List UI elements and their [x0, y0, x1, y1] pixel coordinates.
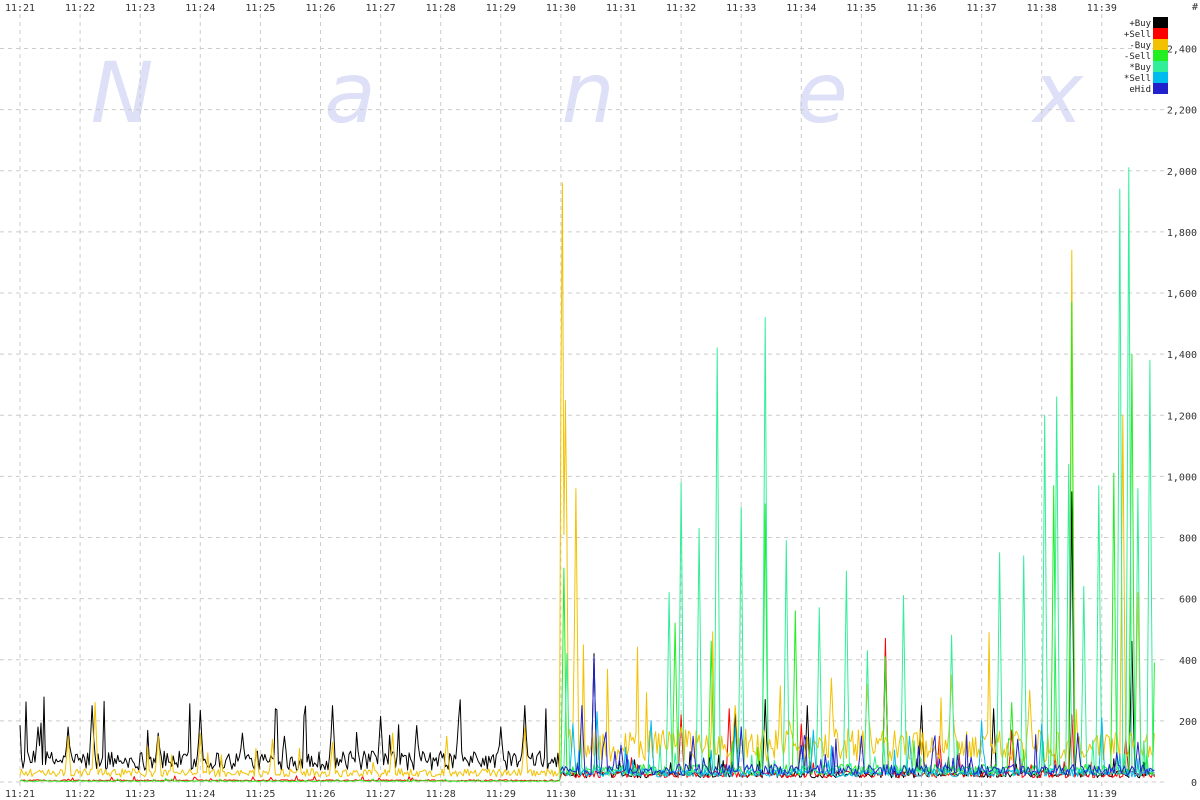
x-tick-label-bottom: 11:28: [426, 789, 456, 800]
x-tick-label-bottom: 11:24: [185, 789, 215, 800]
legend-swatch: [1153, 50, 1168, 61]
series-line-4: [560, 167, 1155, 777]
x-tick-label-bottom: 11:31: [606, 789, 636, 800]
x-tick-label-top: 11:25: [245, 3, 275, 14]
y-tick-label: 600: [1179, 595, 1197, 606]
x-tick-label-top: 11:38: [1027, 3, 1057, 14]
y-tick-label: 200: [1179, 717, 1197, 728]
x-tick-label-top: 11:23: [125, 3, 155, 14]
x-tick-label-bottom: 11:23: [125, 789, 155, 800]
legend-label: +Sell: [1124, 30, 1151, 40]
y-tick-label: 1,000: [1167, 472, 1197, 483]
y-tick-label: 2,400: [1167, 45, 1197, 56]
x-tick-label-top: 11:36: [906, 3, 936, 14]
watermark-letter: e: [796, 44, 848, 142]
x-tick-label-top: 11:30: [546, 3, 576, 14]
x-tick-label-bottom: 11:34: [786, 789, 816, 800]
legend-swatch: [1153, 17, 1168, 28]
watermark-letter: N: [91, 44, 154, 142]
y-tick-label: 400: [1179, 656, 1197, 667]
nanex-tick-chart: Na n e x 11:21 11:21 11:22 11:22 11:23 11:23 11:2…: [0, 0, 1200, 800]
legend-swatch: [1153, 28, 1168, 39]
x-tick-label-bottom: 11:30: [546, 789, 576, 800]
watermark: Na n e x: [91, 44, 1085, 142]
legend-swatch: [1153, 61, 1168, 72]
x-tick-label-top: 11:31: [606, 3, 636, 14]
x-tick-label-top: 11:26: [305, 3, 335, 14]
y-tick-label: 2,000: [1167, 167, 1197, 178]
x-tick-label-bottom: 11:29: [486, 789, 516, 800]
y-axis-ticks: 0 200 400 600 800 1,000 1,200 1,400 1,600 1,800 2,…: [1167, 2, 1198, 789]
legend-swatch: [1153, 83, 1168, 94]
x-tick-label-top: 11:32: [666, 3, 696, 14]
x-tick-label-top: 11:22: [65, 3, 95, 14]
x-tick-label-top: 11:35: [846, 3, 876, 14]
legend-swatch: [1153, 39, 1168, 50]
legend-label: +Buy: [1129, 19, 1151, 29]
x-tick-label-bottom: 11:27: [366, 789, 396, 800]
x-tick-label-bottom: 11:37: [967, 789, 997, 800]
watermark-letter: x: [1030, 44, 1084, 142]
x-tick-label-bottom: 11:36: [906, 789, 936, 800]
x-tick-label-top: 11:34: [786, 3, 816, 14]
x-tick-label-top: 11:29: [486, 3, 516, 14]
x-tick-label-bottom: 11:38: [1027, 789, 1057, 800]
watermark-letter: a: [324, 44, 375, 142]
legend-label: -Sell: [1124, 52, 1151, 62]
y-tick-label: 0: [1191, 778, 1197, 789]
legend: +Buy+Sell-Buy-Sell*Buy*SelleHid: [1124, 17, 1168, 95]
x-tick-label-top: 11:21: [5, 3, 35, 14]
legend-swatch: [1153, 72, 1168, 83]
x-tick-label-bottom: 11:32: [666, 789, 696, 800]
series-line-2: [19, 182, 1155, 778]
x-tick-label-bottom: 11:35: [846, 789, 876, 800]
y-unit-label: #: [1192, 2, 1198, 13]
x-tick-label-bottom: 11:22: [65, 789, 95, 800]
x-tick-label-bottom: 11:26: [305, 789, 335, 800]
y-tick-label: 1,800: [1167, 228, 1197, 239]
x-tick-label-bottom: 11:25: [245, 789, 275, 800]
chart-canvas: Na n e x 11:21 11:21 11:22 11:22 11:23 11:23 11:2…: [0, 2, 1198, 800]
watermark-letter: n: [561, 44, 614, 142]
x-tick-label-top: 11:27: [366, 3, 396, 14]
x-tick-label-top: 11:24: [185, 3, 215, 14]
legend-label: eHid: [1129, 85, 1151, 95]
legend-label: -Buy: [1129, 41, 1151, 51]
x-tick-label-bottom: 11:33: [726, 789, 756, 800]
x-tick-label-top: 11:33: [726, 3, 756, 14]
legend-label: *Buy: [1129, 63, 1151, 73]
y-tick-label: 1,400: [1167, 350, 1197, 361]
x-tick-label-top: 11:37: [967, 3, 997, 14]
y-tick-label: 800: [1179, 534, 1197, 545]
y-tick-label: 1,600: [1167, 289, 1197, 300]
y-tick-label: 2,200: [1167, 106, 1197, 117]
x-tick-label-top: 11:39: [1087, 3, 1117, 14]
x-tick-label-bottom: 11:21: [5, 789, 35, 800]
series-lines: [19, 167, 1155, 782]
series-line-0: [19, 491, 1155, 779]
x-tick-label-bottom: 11:39: [1087, 789, 1117, 800]
y-tick-label: 1,200: [1167, 411, 1197, 422]
legend-label: *Sell: [1124, 74, 1151, 84]
x-tick-label-top: 11:28: [426, 3, 456, 14]
